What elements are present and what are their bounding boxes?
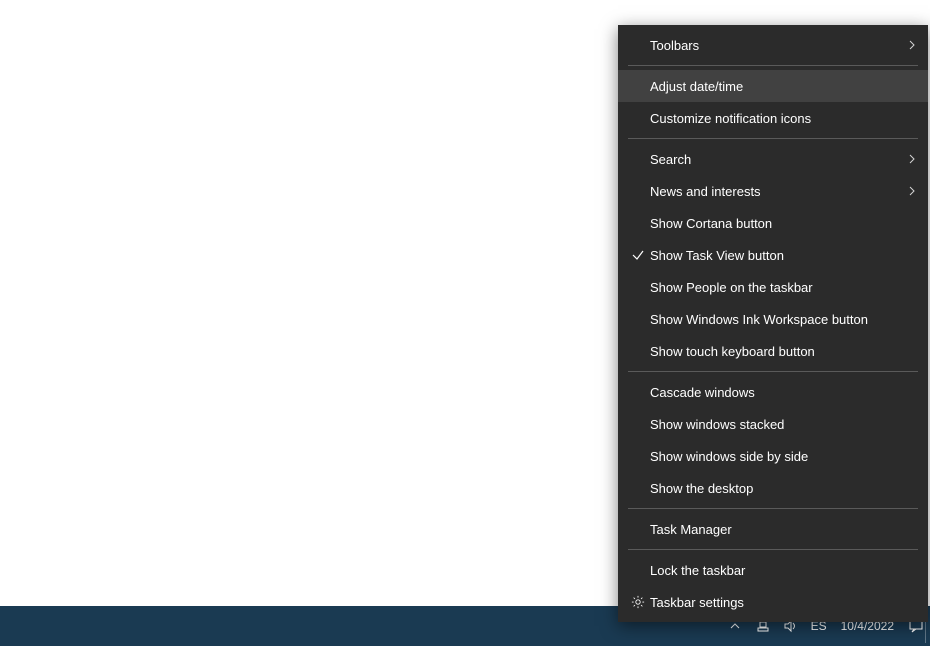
menu-item-label: Show People on the taskbar (650, 280, 916, 295)
menu-item-label: Search (650, 152, 900, 167)
menu-item-toolbars[interactable]: Toolbars (618, 29, 928, 61)
menu-item-label: Customize notification icons (650, 111, 916, 126)
menu-item-label: Show touch keyboard button (650, 344, 916, 359)
taskbar-context-menu: Toolbars Adjust date/time Customize notifi… (618, 25, 928, 622)
menu-item-show-windows-side-by-side[interactable]: Show windows side by side (618, 440, 928, 472)
menu-item-adjust-date-time[interactable]: Adjust date/time (618, 70, 928, 102)
menu-item-news-and-interests[interactable]: News and interests (618, 175, 928, 207)
menu-item-label: Taskbar settings (650, 595, 916, 610)
menu-item-label: Show windows side by side (650, 449, 916, 464)
check-icon (626, 248, 650, 262)
menu-item-label: Task Manager (650, 522, 916, 537)
menu-separator (628, 549, 918, 550)
menu-separator (628, 508, 918, 509)
menu-item-show-task-view-button[interactable]: Show Task View button (618, 239, 928, 271)
menu-item-label: Toolbars (650, 38, 900, 53)
menu-item-label: News and interests (650, 184, 900, 199)
menu-item-lock-the-taskbar[interactable]: Lock the taskbar (618, 554, 928, 586)
menu-item-show-touch-keyboard-button[interactable]: Show touch keyboard button (618, 335, 928, 367)
menu-item-label: Show the desktop (650, 481, 916, 496)
menu-item-taskbar-settings[interactable]: Taskbar settings (618, 586, 928, 618)
menu-item-label: Lock the taskbar (650, 563, 916, 578)
gear-icon (626, 595, 650, 609)
chevron-right-icon (900, 152, 916, 167)
menu-separator (628, 138, 918, 139)
menu-item-label: Show windows stacked (650, 417, 916, 432)
menu-item-label: Show Windows Ink Workspace button (650, 312, 916, 327)
menu-item-show-windows-stacked[interactable]: Show windows stacked (618, 408, 928, 440)
menu-item-show-cortana-button[interactable]: Show Cortana button (618, 207, 928, 239)
menu-item-cascade-windows[interactable]: Cascade windows (618, 376, 928, 408)
chevron-right-icon (900, 184, 916, 199)
menu-item-show-windows-ink-workspace-button[interactable]: Show Windows Ink Workspace button (618, 303, 928, 335)
menu-item-customize-notification-icons[interactable]: Customize notification icons (618, 102, 928, 134)
chevron-right-icon (900, 38, 916, 53)
menu-item-search[interactable]: Search (618, 143, 928, 175)
menu-item-label: Cascade windows (650, 385, 916, 400)
menu-item-show-people-on-the-taskbar[interactable]: Show People on the taskbar (618, 271, 928, 303)
menu-item-label: Adjust date/time (650, 79, 916, 94)
menu-item-label: Show Cortana button (650, 216, 916, 231)
menu-separator (628, 65, 918, 66)
menu-separator (628, 371, 918, 372)
menu-item-task-manager[interactable]: Task Manager (618, 513, 928, 545)
menu-item-label: Show Task View button (650, 248, 916, 263)
menu-item-show-the-desktop[interactable]: Show the desktop (618, 472, 928, 504)
